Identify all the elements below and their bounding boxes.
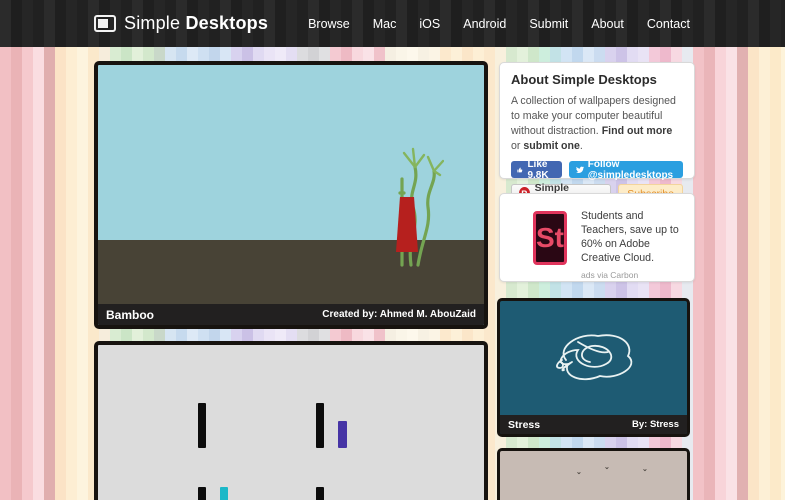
wallpaper-bar <box>316 403 324 448</box>
facebook-like-label: Like 9.8K <box>527 158 549 181</box>
wallpaper-bar <box>220 487 228 500</box>
nav-item-mac[interactable]: Mac <box>373 17 397 31</box>
site-title: Simple Desktops <box>124 13 269 33</box>
page: Simple Desktops Browse Mac iOS Android Submi… <box>0 0 785 500</box>
wallpaper-mountains[interactable]: ⌄ ⌄ ⌄ <box>497 448 690 500</box>
about-text: or <box>511 140 524 152</box>
ad-text[interactable]: Students and Teachers, save up to 60% on… <box>581 209 685 265</box>
wallpaper-bar <box>338 421 347 448</box>
nav-item-submit[interactable]: Submit <box>529 17 568 31</box>
scribble-icon <box>555 334 632 380</box>
about-body: A collection of wallpapers designed to m… <box>511 94 683 154</box>
thumbs-up-icon <box>517 167 523 172</box>
wallpaper-title: Stress <box>508 418 541 431</box>
submit-one-link[interactable]: submit one <box>523 140 580 152</box>
nav-item-browse[interactable]: Browse <box>308 17 350 31</box>
site-logo[interactable]: Simple Desktops <box>94 13 268 34</box>
wallpaper-credit: By: Stress <box>632 419 679 430</box>
facebook-like-button[interactable]: Like 9.8K <box>511 158 562 181</box>
wallpaper-caption: Stress By: Stress <box>500 415 687 434</box>
wallpaper-bars[interactable] <box>94 341 488 500</box>
ad-via-carbon[interactable]: ads via Carbon <box>581 268 685 282</box>
twitter-bird-icon <box>575 166 584 173</box>
mountains-image: ⌄ ⌄ ⌄ <box>500 451 687 500</box>
bamboo-image <box>98 65 484 325</box>
nav-item-about[interactable]: About <box>591 17 624 31</box>
bird-icon: ⌄ <box>642 466 648 473</box>
adobe-student-logo[interactable]: St <box>533 211 567 265</box>
wallpaper-credit: Created by: Ahmed M. AbouZaid <box>322 309 476 320</box>
main-nav: Browse Mac iOS Android Submit About Contact <box>308 17 690 31</box>
wallpaper-bar <box>198 487 206 500</box>
wallpaper-title: Bamboo <box>106 307 154 322</box>
bird-icon: ⌄ <box>604 464 610 471</box>
twitter-follow-button[interactable]: Follow @simpledesktops <box>568 158 683 181</box>
carbon-ad-card: St Students and Teachers, save up to 60%… <box>499 193 695 282</box>
find-out-more-link[interactable]: Find out more <box>602 125 673 137</box>
wallpaper-bar <box>316 487 324 500</box>
nav-item-android[interactable]: Android <box>463 17 506 31</box>
wallpaper-stress[interactable]: Stress By: Stress <box>497 298 690 437</box>
wallpaper-caption: Bamboo Created by: Ahmed M. AbouZaid <box>98 304 484 325</box>
nav-item-contact[interactable]: Contact <box>647 17 690 31</box>
header: Simple Desktops Browse Mac iOS Android Submi… <box>0 0 785 47</box>
about-card: About Simple Desktops A collection of wa… <box>499 62 695 206</box>
wallpaper-bamboo[interactable]: Bamboo Created by: Ahmed M. AbouZaid <box>94 61 488 329</box>
about-title: About Simple Desktops <box>511 72 657 87</box>
about-text: . <box>579 140 583 152</box>
bird-icon: ⌄ <box>576 469 582 476</box>
bars-image <box>98 345 484 500</box>
nav-item-ios[interactable]: iOS <box>419 17 440 31</box>
desktop-monitor-icon <box>94 15 116 32</box>
wallpaper-bar <box>198 403 206 448</box>
twitter-follow-label: Follow @simpledesktops <box>587 158 674 181</box>
